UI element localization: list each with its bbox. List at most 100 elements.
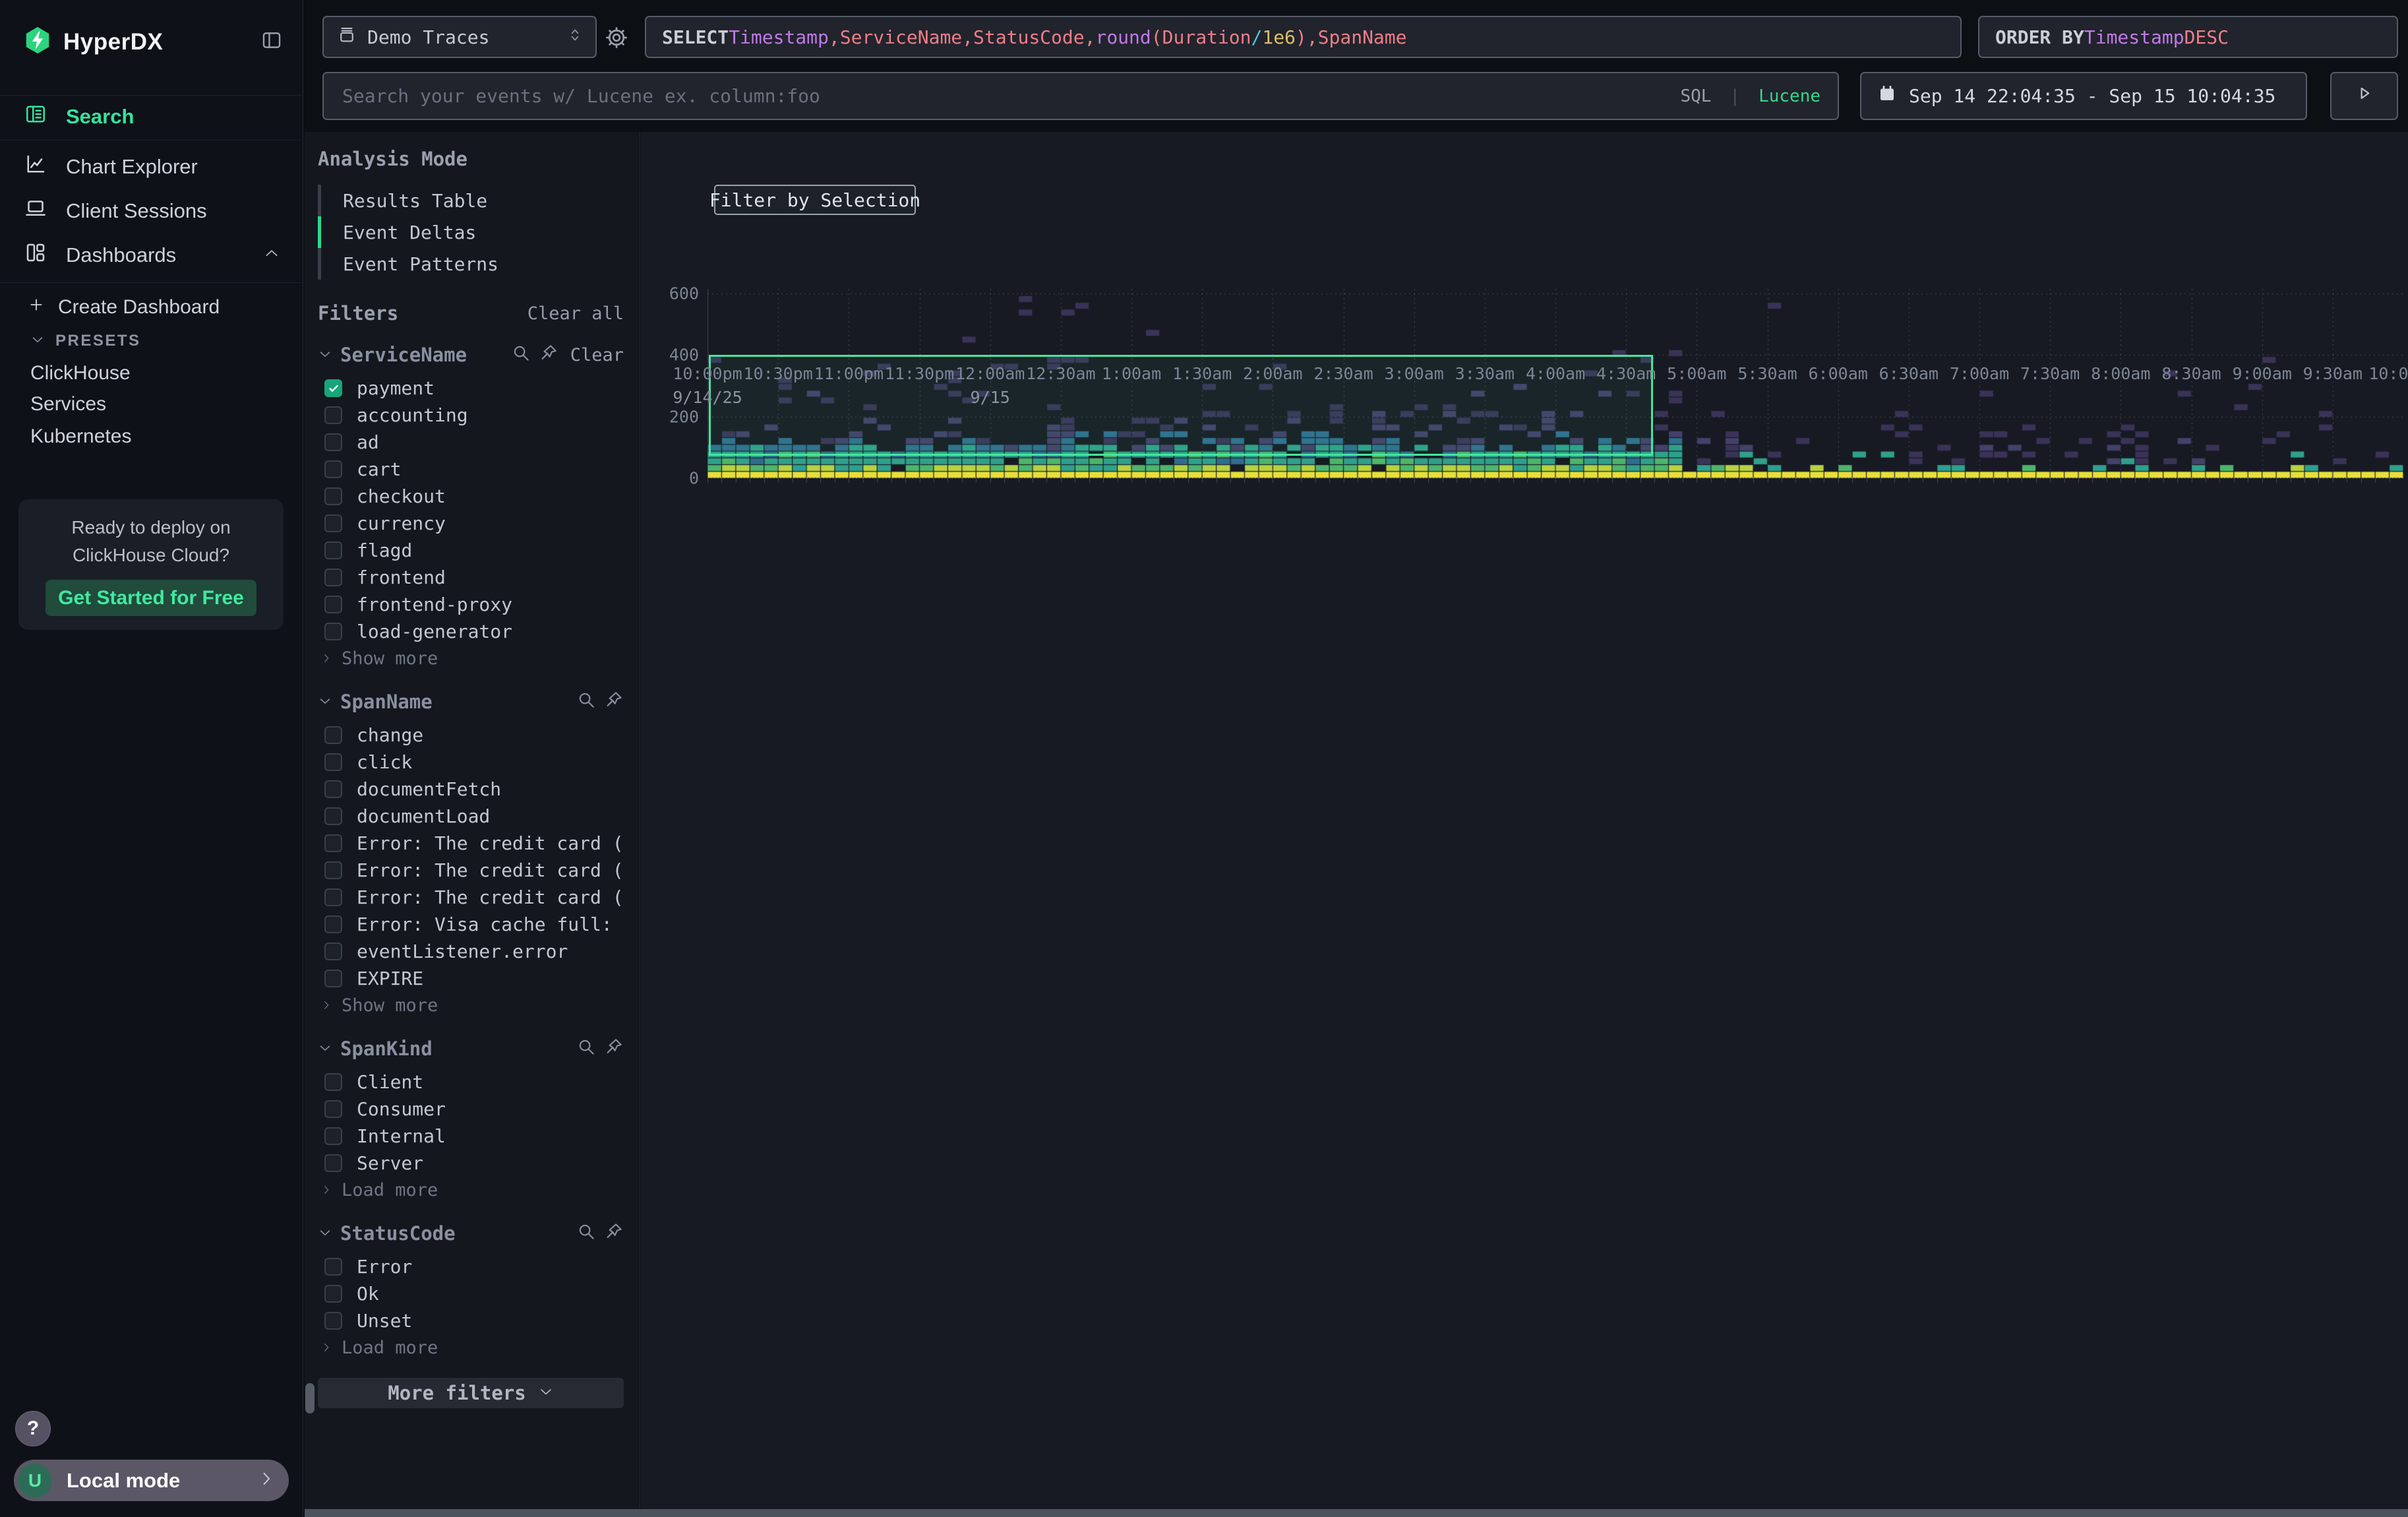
checkbox-unchecked[interactable] — [324, 807, 342, 825]
filter-option[interactable]: click — [318, 749, 624, 776]
vertical-scrollbar-thumb[interactable] — [305, 1383, 315, 1413]
checkbox-unchecked[interactable] — [324, 623, 342, 640]
clear-all-filters-link[interactable]: Clear all — [527, 303, 624, 324]
local-mode-menu[interactable]: U Local mode — [14, 1460, 289, 1501]
filter-option[interactable]: Client — [318, 1068, 624, 1096]
checkbox-unchecked[interactable] — [324, 915, 342, 933]
order-by-editor[interactable]: ORDER BY Timestamp DESC — [1978, 16, 2398, 58]
search-input[interactable] — [341, 84, 1668, 108]
sidebar-preset-services[interactable]: Services — [0, 388, 303, 420]
sidebar-item-dashboards[interactable]: Dashboards — [0, 235, 303, 276]
sidebar-preset-kubernetes[interactable]: Kubernetes — [0, 421, 303, 452]
filter-option[interactable]: ad — [318, 429, 624, 456]
checkbox-unchecked[interactable] — [324, 1154, 342, 1172]
sql-select-editor[interactable]: SELECT Timestamp, ServiceName, StatusCod… — [645, 16, 1962, 58]
filter-group-header[interactable]: StatusCode — [318, 1220, 624, 1247]
filter-option[interactable]: Ok — [318, 1280, 624, 1307]
checkbox-unchecked[interactable] — [324, 433, 342, 451]
checkbox-unchecked[interactable] — [324, 1258, 342, 1276]
checkbox-unchecked[interactable] — [324, 1100, 342, 1118]
filter-option[interactable]: payment — [318, 375, 624, 402]
checkbox-checked[interactable] — [324, 379, 342, 397]
filter-group-header[interactable]: ServiceNameClear — [318, 342, 624, 368]
checkbox-unchecked[interactable] — [324, 1127, 342, 1145]
search-icon[interactable] — [576, 1037, 596, 1061]
help-button[interactable]: ? — [15, 1411, 51, 1446]
checkbox-unchecked[interactable] — [324, 406, 342, 424]
filter-option[interactable]: Unset — [318, 1307, 624, 1334]
checkbox-unchecked[interactable] — [324, 542, 342, 559]
checkbox-unchecked[interactable] — [324, 780, 342, 798]
checkbox-unchecked[interactable] — [324, 487, 342, 505]
filter-group-header[interactable]: SpanName — [318, 689, 624, 715]
load-more-link[interactable]: Load more — [318, 1177, 624, 1203]
filter-option[interactable]: documentFetch — [318, 776, 624, 803]
filter-option[interactable]: frontend-proxy — [318, 591, 624, 618]
source-settings-gear-icon[interactable] — [604, 25, 629, 53]
filter-option[interactable]: Error: Visa cache full: … — [318, 911, 624, 938]
checkbox-unchecked[interactable] — [324, 569, 342, 586]
sidebar-item-create-dashboard[interactable]: Create Dashboard — [0, 292, 303, 323]
filter-option[interactable]: EXPIRE — [318, 965, 624, 992]
horizontal-scrollbar[interactable] — [305, 1509, 2408, 1517]
filter-by-selection-button[interactable]: Filter by Selection — [714, 185, 916, 215]
checkbox-unchecked[interactable] — [324, 1073, 342, 1091]
filter-option[interactable]: accounting — [318, 402, 624, 429]
pin-icon[interactable] — [604, 690, 624, 714]
checkbox-unchecked[interactable] — [324, 514, 342, 532]
checkbox-unchecked[interactable] — [324, 1285, 342, 1303]
sidebar-item-chart-explorer[interactable]: Chart Explorer — [0, 146, 303, 187]
sidebar-item-client-sessions[interactable]: Client Sessions — [0, 191, 303, 232]
checkbox-unchecked[interactable] — [324, 596, 342, 613]
lang-toggle-sql[interactable]: SQL — [1680, 86, 1711, 106]
analysis-mode-event-patterns[interactable]: Event Patterns — [318, 248, 624, 280]
search-icon[interactable] — [576, 1222, 596, 1246]
checkbox-unchecked[interactable] — [324, 726, 342, 744]
search-icon[interactable] — [576, 690, 596, 714]
checkbox-unchecked[interactable] — [324, 460, 342, 478]
show-more-link[interactable]: Show more — [318, 992, 624, 1018]
filter-option[interactable]: Error — [318, 1253, 624, 1280]
sidebar-item-search[interactable]: Search — [0, 96, 303, 137]
filter-option[interactable]: change — [318, 722, 624, 749]
load-more-link[interactable]: Load more — [318, 1334, 624, 1361]
sidebar-preset-clickhouse[interactable]: ClickHouse — [0, 357, 303, 389]
filter-option[interactable]: Server — [318, 1150, 624, 1177]
analysis-mode-results-table[interactable]: Results Table — [318, 185, 624, 216]
pin-icon[interactable] — [604, 1222, 624, 1246]
analysis-mode-event-deltas[interactable]: Event Deltas — [318, 216, 624, 248]
filter-option[interactable]: currency — [318, 510, 624, 537]
filter-group-header[interactable]: SpanKind — [318, 1036, 624, 1062]
checkbox-unchecked[interactable] — [324, 970, 342, 987]
show-more-link[interactable]: Show more — [318, 645, 624, 671]
filter-option[interactable]: Error: The credit card (… — [318, 830, 624, 857]
pin-icon[interactable] — [539, 343, 558, 367]
filter-option[interactable]: frontend — [318, 564, 624, 591]
filter-option[interactable]: documentLoad — [318, 803, 624, 830]
filter-option[interactable]: flagd — [318, 537, 624, 564]
filter-option[interactable]: eventListener.error — [318, 938, 624, 965]
clear-group-link[interactable]: Clear — [570, 345, 624, 365]
checkbox-unchecked[interactable] — [324, 834, 342, 852]
sidebar-collapse-icon[interactable] — [260, 29, 283, 55]
lang-toggle-lucene[interactable]: Lucene — [1759, 86, 1821, 106]
filter-option[interactable]: Error: The credit card (… — [318, 857, 624, 884]
checkbox-unchecked[interactable] — [324, 943, 342, 960]
checkbox-unchecked[interactable] — [324, 888, 342, 906]
checkbox-unchecked[interactable] — [324, 1312, 342, 1330]
filter-option[interactable]: Consumer — [318, 1096, 624, 1123]
filter-option[interactable]: Internal — [318, 1123, 624, 1150]
more-filters-button[interactable]: More filters — [318, 1378, 624, 1408]
time-range-picker[interactable]: Sep 14 22:04:35 - Sep 15 10:04:35 — [1860, 72, 2307, 120]
checkbox-unchecked[interactable] — [324, 861, 342, 879]
run-query-button[interactable] — [2330, 72, 2398, 120]
filter-option[interactable]: cart — [318, 456, 624, 483]
checkbox-unchecked[interactable] — [324, 753, 342, 771]
get-started-button[interactable]: Get Started for Free — [45, 580, 256, 616]
filter-option[interactable]: load-generator — [318, 618, 624, 645]
filter-option[interactable]: checkout — [318, 483, 624, 510]
search-icon[interactable] — [511, 343, 531, 367]
filter-option[interactable]: Error: The credit card (… — [318, 884, 624, 911]
data-source-select[interactable]: Demo Traces — [322, 16, 597, 58]
pin-icon[interactable] — [604, 1037, 624, 1061]
